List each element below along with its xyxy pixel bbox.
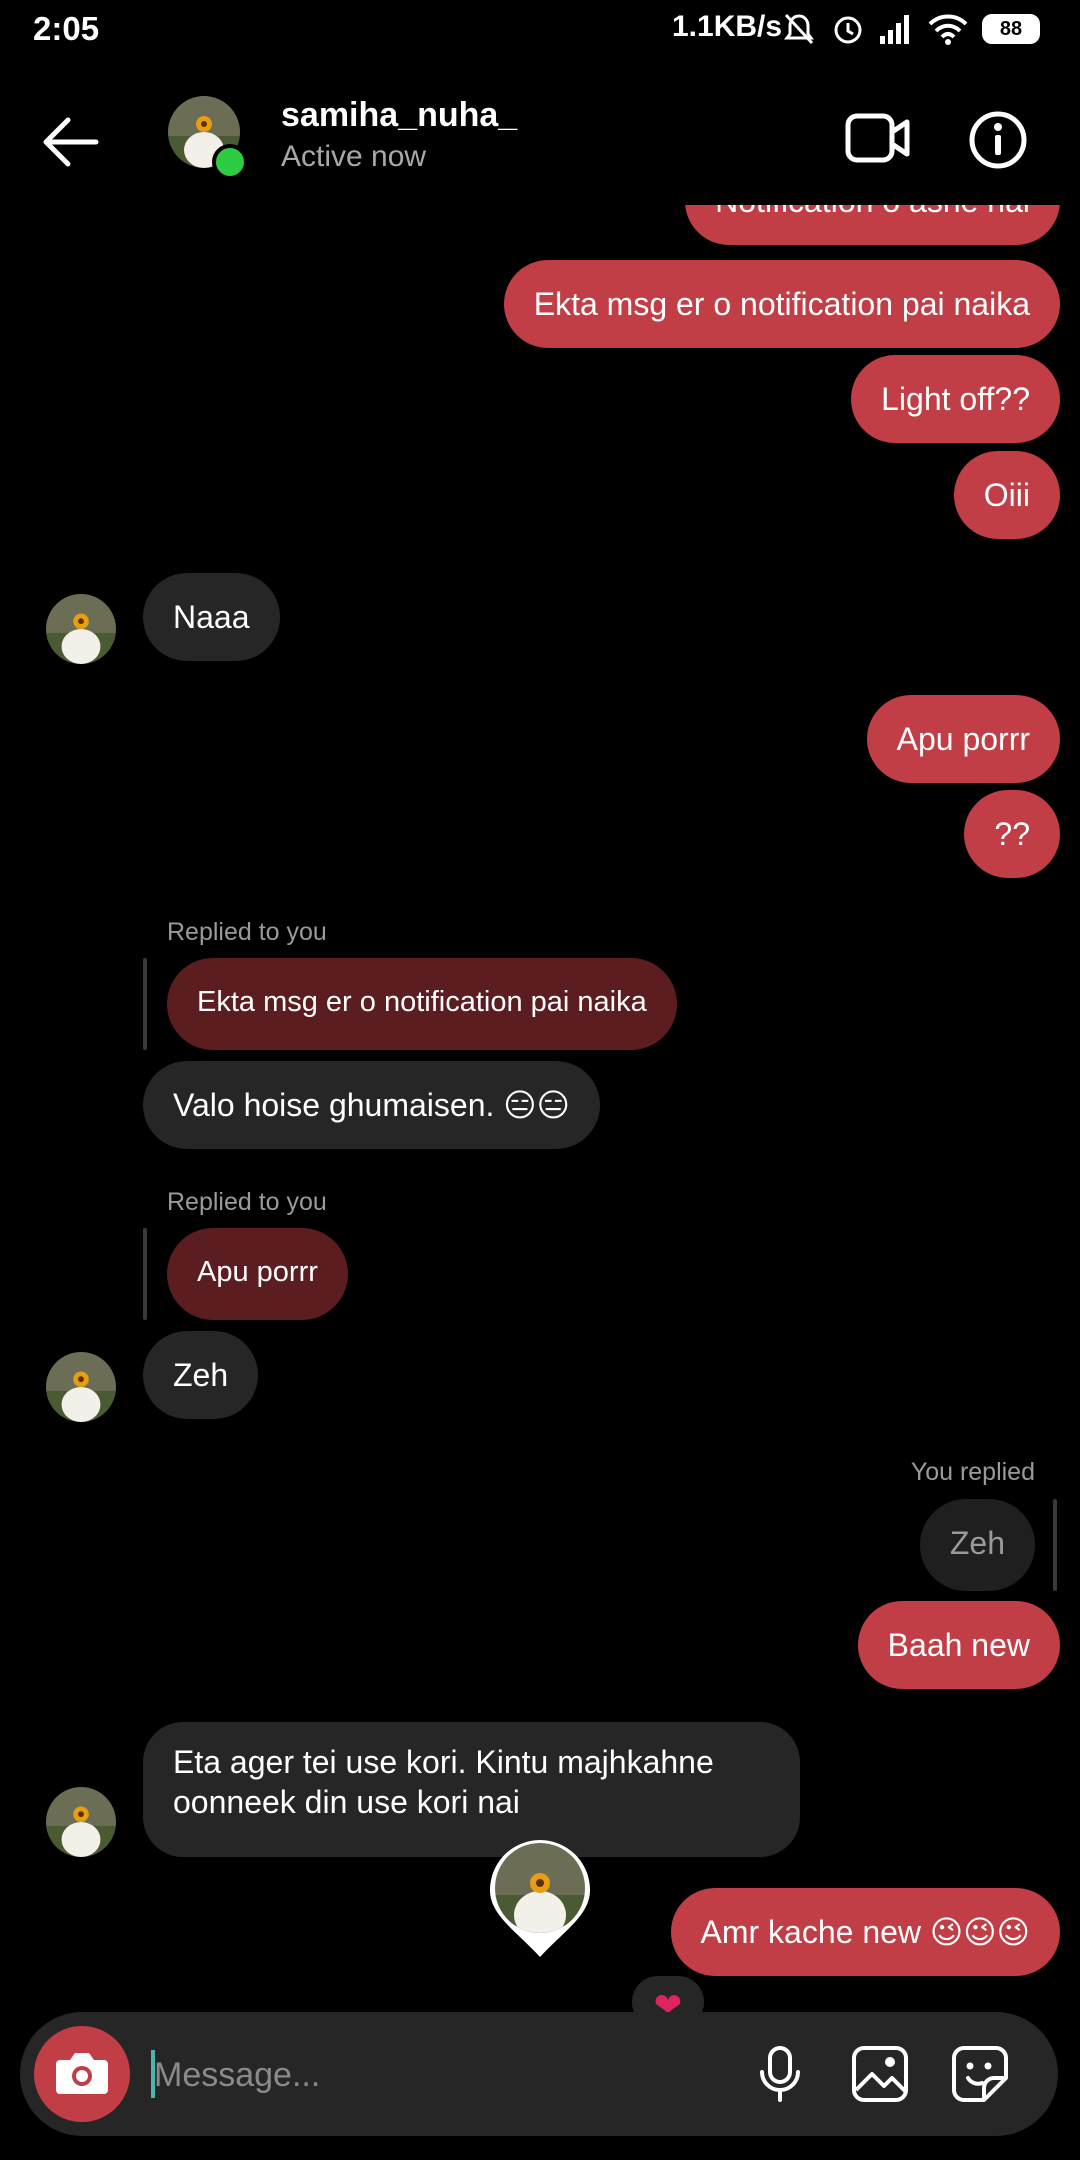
avatar[interactable] xyxy=(46,1787,116,1857)
network-speed: 1.1KB/s xyxy=(672,10,783,43)
reply-label: Replied to you xyxy=(167,918,327,946)
message-outgoing[interactable]: Notification o ashe nai xyxy=(685,205,1060,245)
status-bar: 2:05 1.1KB/s 88 xyxy=(0,0,1080,62)
camera-icon xyxy=(56,2053,108,2094)
mute-icon xyxy=(784,13,814,45)
active-status: Active now xyxy=(281,140,427,173)
message-incoming[interactable]: Zeh xyxy=(143,1331,259,1419)
status-time: 2:05 xyxy=(33,10,100,47)
online-indicator xyxy=(212,144,248,180)
message-outgoing[interactable]: Ekta msg er o notification pai naika xyxy=(503,260,1060,348)
reply-label: You replied xyxy=(910,1458,1035,1486)
message-composer xyxy=(20,2012,1058,2136)
quote-bar xyxy=(143,958,147,1050)
alarm-icon xyxy=(834,16,862,44)
message-outgoing[interactable]: Apu porrr xyxy=(866,695,1060,783)
seen-indicator-avatar xyxy=(490,1840,590,1957)
message-incoming[interactable]: Eta ager tei use kori. Kintu majhkahne o… xyxy=(143,1722,800,1857)
message-outgoing[interactable]: ?? xyxy=(964,790,1060,878)
microphone-icon[interactable] xyxy=(750,2044,810,2104)
contact-username[interactable]: samiha_nuha_ xyxy=(281,96,517,135)
reply-label: Replied to you xyxy=(167,1188,327,1216)
camera-button[interactable] xyxy=(34,2026,130,2122)
back-arrow-icon[interactable] xyxy=(38,112,102,172)
message-outgoing[interactable]: Amr kache new 😉😉😉 xyxy=(670,1888,1060,1976)
sticker-icon[interactable] xyxy=(950,2044,1010,2104)
quote-bar xyxy=(1053,1499,1057,1591)
message-input[interactable] xyxy=(152,2042,716,2108)
gallery-icon[interactable] xyxy=(850,2044,910,2104)
avatar[interactable] xyxy=(46,594,116,664)
reply-quote[interactable]: Zeh xyxy=(919,1499,1035,1591)
message-outgoing[interactable]: Baah new xyxy=(857,1601,1060,1689)
video-call-icon[interactable] xyxy=(845,110,911,166)
message-line: Eta ager tei use kori. Kintu majhkahne xyxy=(173,1744,714,1780)
wifi-icon xyxy=(928,14,968,45)
reply-quote[interactable]: Ekta msg er o notification pai naika xyxy=(167,958,677,1050)
message-outgoing[interactable]: Light off?? xyxy=(851,355,1060,443)
info-icon[interactable] xyxy=(968,110,1028,170)
quote-bar xyxy=(143,1228,147,1320)
message-line: oonneek din use kori nai xyxy=(173,1784,520,1820)
signal-icon xyxy=(880,15,909,44)
reply-quote[interactable]: Apu porrr xyxy=(167,1228,348,1320)
chat-header: samiha_nuha_ Active now xyxy=(0,80,1080,200)
message-outgoing[interactable]: Oiii xyxy=(953,451,1060,539)
message-incoming[interactable]: Naaa xyxy=(143,573,280,661)
avatar[interactable] xyxy=(46,1352,116,1422)
text-caret xyxy=(151,2050,155,2098)
battery-icon: 88 xyxy=(982,14,1040,44)
message-incoming[interactable]: Valo hoise ghumaisen. 😑😑 xyxy=(143,1061,600,1149)
